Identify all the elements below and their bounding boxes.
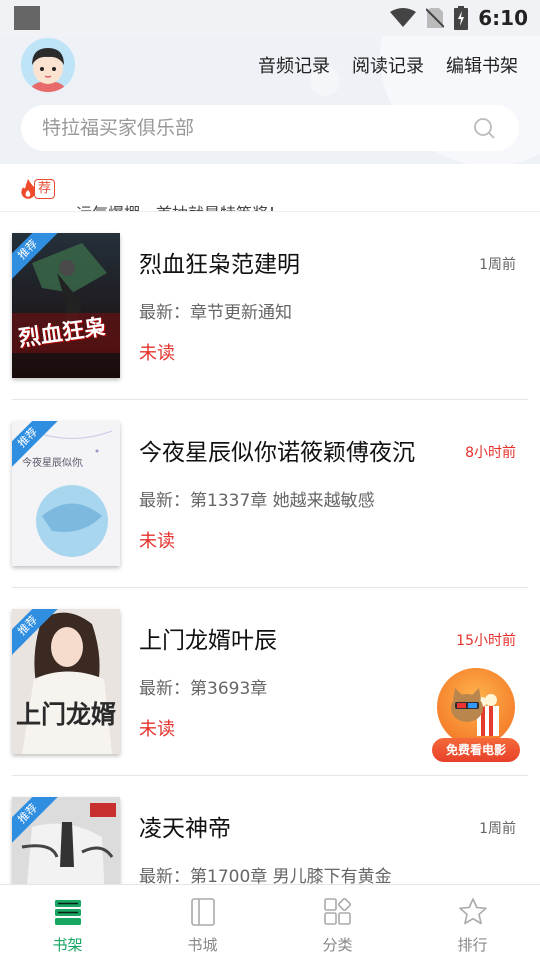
latest-chapter: 最新：第1337章 她越来越敏感 <box>139 491 375 511</box>
recommend-tag: 荐 <box>34 179 56 199</box>
header: 音频记录 阅读记录 编辑书架 <box>0 36 540 164</box>
book-cover[interactable]: 上门龙婿 推荐 <box>12 609 120 754</box>
tab-label: 书架 <box>52 936 83 954</box>
read-status: 未读 <box>139 719 175 740</box>
status-bar: 6:10 <box>0 0 540 36</box>
notice-text: 运气爆棚，首抽就是特等奖！ <box>76 200 284 211</box>
tab-label: 排行 <box>457 936 488 954</box>
reading-history-link[interactable]: 阅读记录 <box>352 52 424 78</box>
audio-history-link[interactable]: 音频记录 <box>258 52 330 78</box>
book-title: 上门龙婿叶辰 <box>139 628 277 654</box>
bookshelf-list: 烈血狂枭 推荐 烈血狂枭范建明 1周前 最新：章节更新通知 未读 今夜星辰似你 … <box>0 212 540 884</box>
header-links: 音频记录 阅读记录 编辑书架 <box>258 52 518 78</box>
avatar[interactable] <box>21 38 75 92</box>
clock: 6:10 <box>478 6 528 30</box>
search-bar[interactable] <box>21 105 519 151</box>
tab-label: 分类 <box>322 936 353 954</box>
cat-popcorn-icon <box>437 668 515 746</box>
tab-ranking[interactable]: 排行 <box>405 885 540 960</box>
book-item[interactable]: 今夜星辰似你 推荐 今夜星辰似你诺筱颖傅夜沉 8小时前 最新：第1337章 她越… <box>0 400 540 588</box>
free-movie-label: 免费看电影 <box>432 738 520 762</box>
update-time: 1周前 <box>479 257 516 273</box>
book-cover[interactable]: 推荐 <box>12 797 120 884</box>
no-sim-icon <box>426 8 445 28</box>
read-status: 未读 <box>139 343 175 364</box>
tab-bookshelf[interactable]: 书架 <box>0 885 135 960</box>
notice-ticker[interactable]: 荐 运气爆棚，首抽就是特等奖！ <box>0 164 540 212</box>
latest-chapter: 最新：第3693章 <box>139 679 268 699</box>
category-icon <box>323 897 351 925</box>
tab-category[interactable]: 分类 <box>270 885 405 960</box>
battery-icon <box>454 6 469 30</box>
book-item[interactable]: 推荐 凌天神帝 1周前 最新：第1700章 男儿膝下有黄金 <box>0 776 540 884</box>
recommend-badge: 荐 <box>19 178 56 200</box>
bottom-nav: 书架 书城 分类 排行 <box>0 884 540 960</box>
tab-bookstore[interactable]: 书城 <box>135 885 270 960</box>
free-movie-float-button[interactable]: 免费看电影 <box>432 668 520 764</box>
search-icon[interactable] <box>473 117 495 139</box>
update-time: 1周前 <box>479 821 516 837</box>
book-title: 凌天神帝 <box>139 816 231 842</box>
wifi-icon <box>390 8 417 27</box>
update-time: 15小时前 <box>456 633 516 649</box>
cover-title: 上门龙婿 <box>16 700 117 729</box>
book-cover[interactable]: 烈血狂枭 推荐 <box>12 233 120 378</box>
bookshelf-icon <box>54 900 81 925</box>
status-icons: 6:10 <box>390 4 528 32</box>
book-title: 烈血狂枭范建明 <box>139 252 300 278</box>
star-icon <box>458 898 487 925</box>
notification-icon <box>14 6 40 30</box>
read-status: 未读 <box>139 531 175 552</box>
book-item[interactable]: 烈血狂枭 推荐 烈血狂枭范建明 1周前 最新：章节更新通知 未读 <box>0 212 540 400</box>
book-icon <box>190 898 215 926</box>
update-time: 8小时前 <box>465 445 516 461</box>
latest-chapter: 最新：第1700章 男儿膝下有黄金 <box>139 867 392 884</box>
tab-label: 书城 <box>187 936 218 954</box>
book-title: 今夜星辰似你诺筱颖傅夜沉 <box>139 440 415 466</box>
search-input[interactable] <box>42 117 442 139</box>
avatar-image <box>21 38 75 92</box>
cover-title: 今夜星辰似你 <box>22 458 82 469</box>
book-cover[interactable]: 今夜星辰似你 推荐 <box>12 421 120 566</box>
edit-bookshelf-link[interactable]: 编辑书架 <box>446 52 518 78</box>
latest-chapter: 最新：章节更新通知 <box>139 303 292 323</box>
